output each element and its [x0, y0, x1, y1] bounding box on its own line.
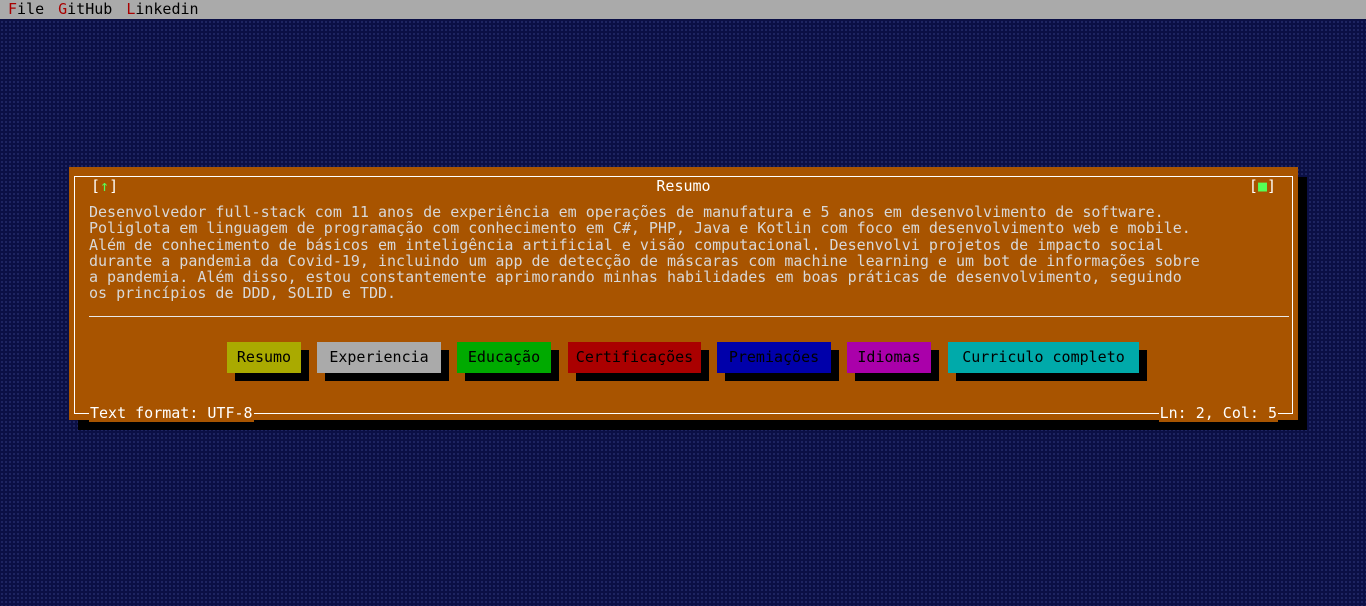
menu-github-label: itHub [67, 0, 113, 18]
content-line: a pandemia. Além disso, estou constantem… [89, 268, 1182, 287]
cursor-position-status: Ln: 2, Col: 5 [1158, 404, 1278, 422]
content-line: Além de conhecimento de básicos em intel… [89, 235, 1164, 254]
content-line: Desenvolvedor full-stack com 11 anos de … [89, 203, 1164, 221]
menu-linkedin[interactable]: Linkedin [118, 0, 204, 19]
menu-file-hotkey: F [8, 0, 18, 18]
idiomas-button[interactable]: Idiomas [847, 342, 931, 373]
btn-educacao-wrap: Educação [457, 342, 559, 381]
certificacoes-button[interactable]: Certificações [568, 342, 701, 373]
menu-linkedin-hotkey: L [126, 0, 136, 18]
menu-github[interactable]: GitHub [50, 0, 118, 19]
premiacoes-button[interactable]: Premiações [717, 342, 831, 373]
zoom-button[interactable]: [■] [1248, 177, 1276, 195]
menu-file-label: ile [17, 0, 45, 18]
close-button[interactable]: [↑] [91, 177, 119, 195]
resumo-button[interactable]: Resumo [227, 342, 301, 373]
btn-experiencia-wrap: Experiencia [317, 342, 449, 381]
text-format-status: Text format: UTF-8 [89, 404, 254, 422]
zoom-square-icon: ■ [1257, 177, 1267, 195]
content-line: durante a pandemia da Covid-19, incluind… [89, 251, 1200, 270]
close-button-right-bracket: ] [109, 177, 119, 195]
btn-idiomas-wrap: Idiomas [847, 342, 939, 381]
menu-file[interactable]: File [0, 0, 50, 19]
btn-certificacoes-wrap: Certificações [568, 342, 709, 381]
zoom-button-left-bracket: [ [1248, 177, 1258, 195]
menu-github-hotkey: G [58, 0, 68, 18]
window-frame: Resumo [↑] [■] Desenvolvedor full-stack … [74, 176, 1294, 422]
curriculo-completo-button[interactable]: Curriculo completo [948, 342, 1139, 373]
educacao-button[interactable]: Educação [457, 342, 551, 373]
btn-curriculo-wrap: Curriculo completo [948, 342, 1147, 381]
close-arrow-icon: ↑ [100, 177, 110, 195]
experiencia-button[interactable]: Experiencia [317, 342, 441, 373]
resumo-window: Resumo [↑] [■] Desenvolvedor full-stack … [69, 167, 1298, 422]
zoom-button-right-bracket: ] [1266, 177, 1276, 195]
menu-linkedin-label: inkedin [135, 0, 199, 18]
menu-bar: File GitHub Linkedin [0, 0, 1366, 19]
window-title: Resumo [656, 177, 711, 195]
content-line: Poliglota em linguagem de programação co… [89, 219, 1191, 238]
btn-premiacoes-wrap: Premiações [717, 342, 839, 381]
content-line: os princípios de DDD, SOLID e TDD. [89, 284, 397, 303]
resume-text: Desenvolvedor full-stack com 11 anos de … [89, 204, 1294, 302]
window-title-bar: Resumo [75, 177, 1292, 195]
btn-resumo-wrap: Resumo [227, 342, 309, 381]
divider [89, 316, 1289, 317]
close-button-left-bracket: [ [91, 177, 101, 195]
